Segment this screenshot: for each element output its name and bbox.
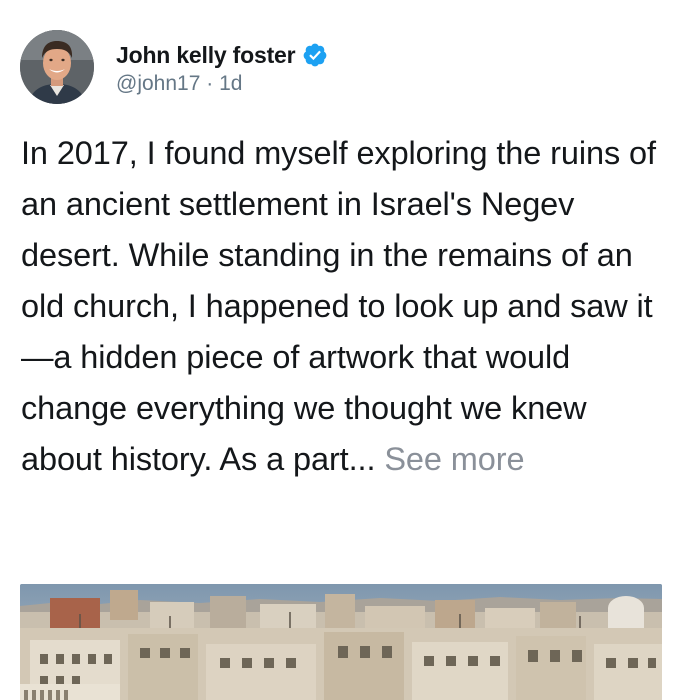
post-card: John kelly foster @john17 · 1d In 2017, … (0, 0, 700, 700)
author-meta: @john17 · 1d (116, 72, 328, 96)
author-info: John kelly foster @john17 · 1d (116, 40, 328, 96)
post-timestamp[interactable]: 1d (219, 72, 242, 95)
meta-separator: · (206, 72, 214, 95)
see-more-link[interactable]: See more (384, 441, 524, 477)
author-avatar[interactable] (20, 30, 94, 104)
post-text: In 2017, I found myself exploring the ru… (21, 135, 656, 477)
post-media-image[interactable] (20, 584, 662, 700)
post-header: John kelly foster @john17 · 1d (20, 30, 328, 104)
post-body: In 2017, I found myself exploring the ru… (21, 128, 671, 485)
author-name-row: John kelly foster (116, 40, 328, 70)
verified-badge-icon (302, 42, 328, 68)
author-display-name[interactable]: John kelly foster (116, 42, 296, 69)
city-rooftops-photo (20, 584, 662, 700)
author-handle[interactable]: @john17 (116, 72, 200, 95)
